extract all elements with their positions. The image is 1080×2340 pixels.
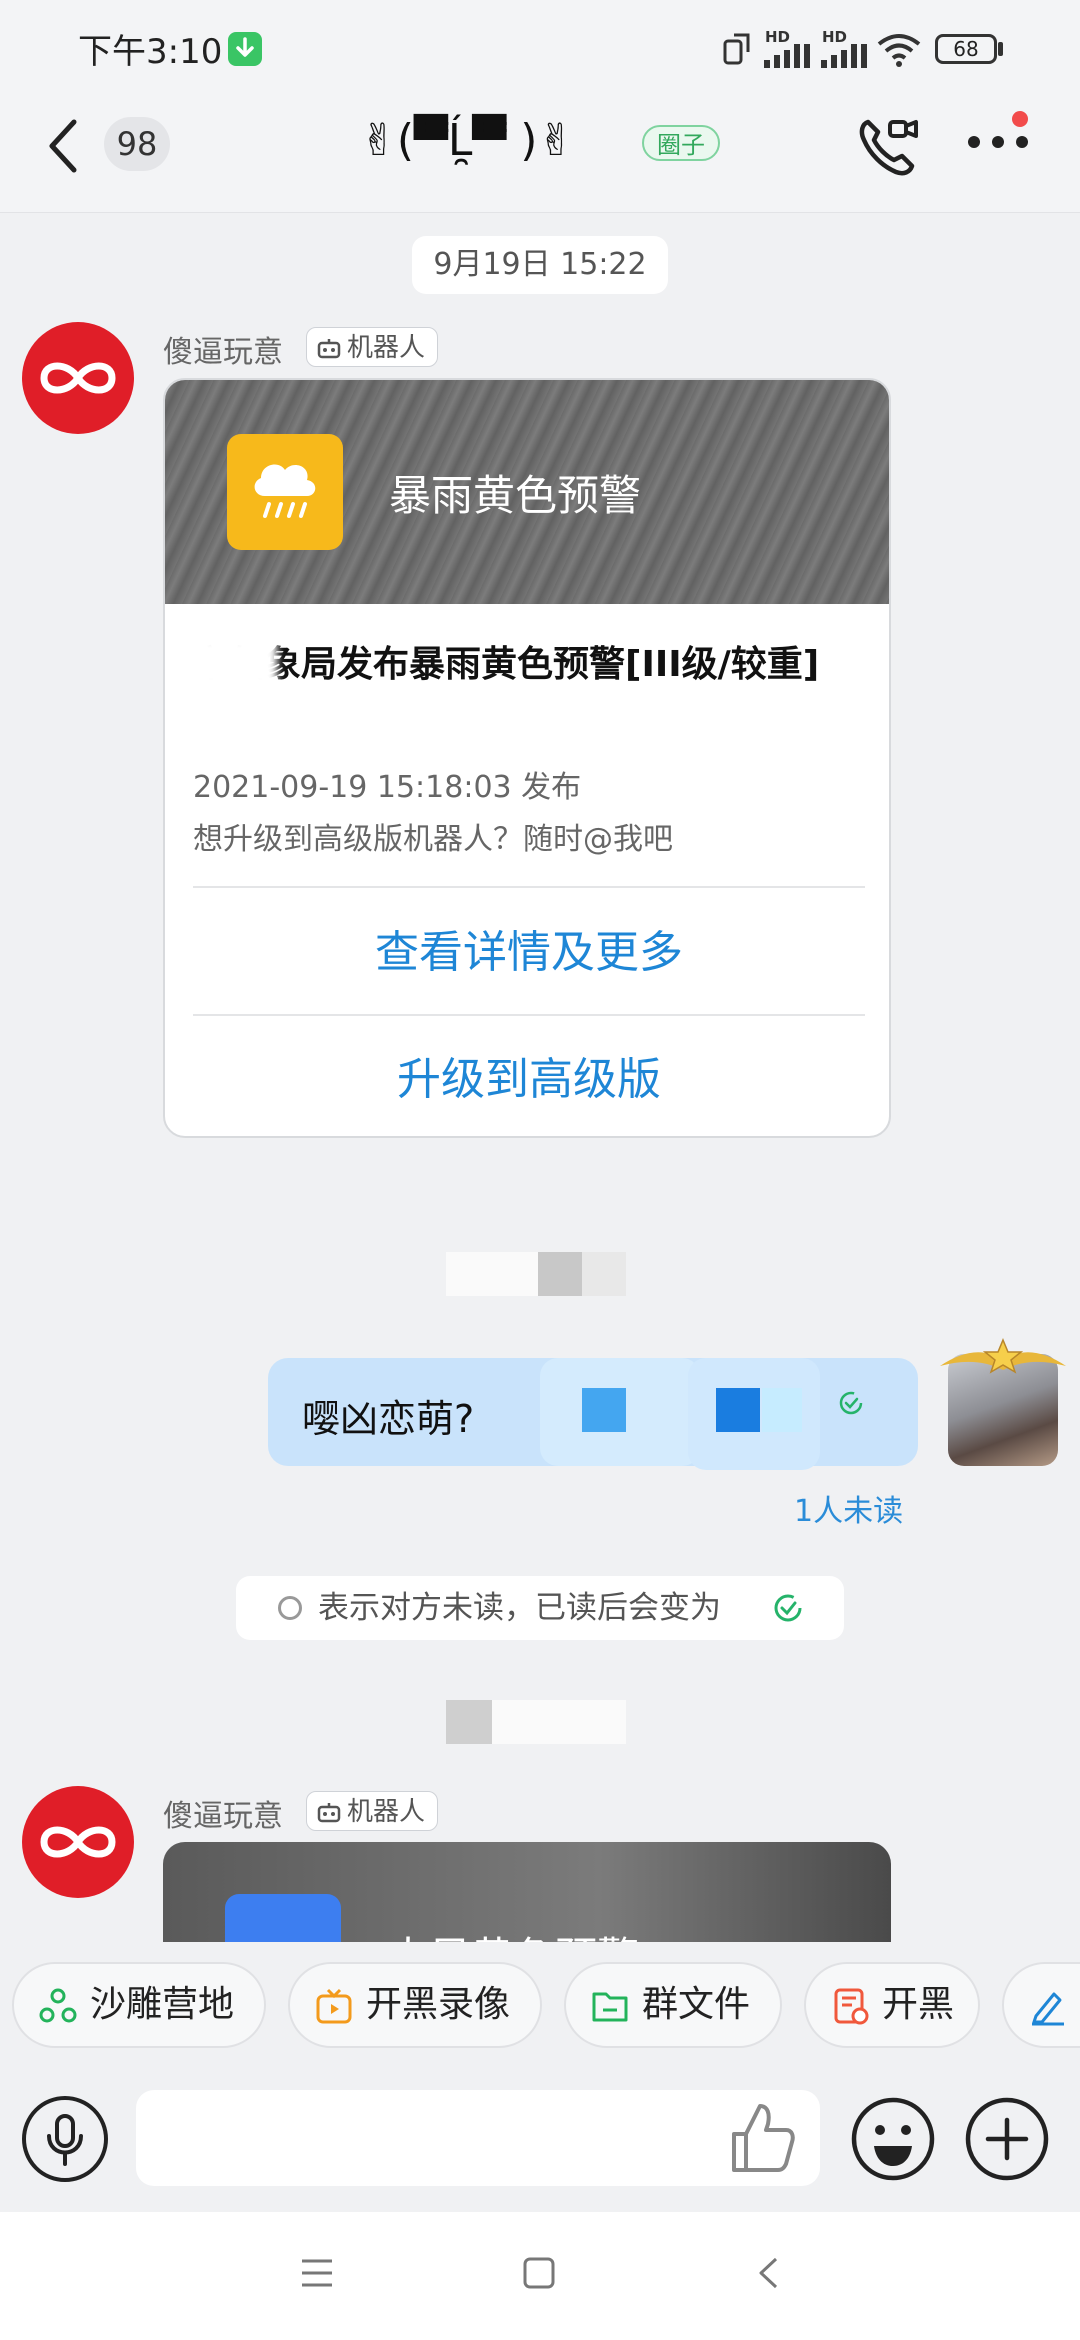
redacted-area [582, 1388, 626, 1432]
voice-input-button[interactable] [22, 2096, 108, 2182]
video-call-icon[interactable] [856, 114, 920, 178]
battery-icon: 68 [935, 34, 997, 64]
rain-cloud-icon [227, 434, 343, 550]
divider [193, 1014, 865, 1016]
timestamp: 9月19日 15:22 [412, 236, 668, 294]
card-hint: 想升级到高级版机器人？随时@我吧 [193, 822, 673, 857]
view-details-link[interactable]: 查看详情及更多 [165, 894, 889, 1012]
quick-action-files[interactable]: 群文件 [564, 1962, 782, 2048]
sender-name: 傻逼玩意 [163, 1799, 283, 1834]
read-check-icon [774, 1594, 802, 1622]
bot-avatar[interactable] [22, 1786, 134, 1898]
more-options-icon[interactable] [966, 132, 1030, 152]
card-banner-title: 大风黄色预警 [387, 1924, 639, 1942]
pencil-icon [1032, 1992, 1064, 2026]
robot-tag-label: 机器人 [347, 333, 426, 363]
message-input[interactable] [136, 2090, 820, 2186]
card-banner-title: 暴雨黄色预警 [389, 471, 642, 520]
card-publish-time: 2021-09-19 15:18:03 发布 [193, 770, 582, 805]
thumbs-up-icon[interactable] [728, 2100, 796, 2176]
robot-icon [317, 1803, 341, 1823]
redacted-area [762, 1388, 802, 1432]
unread-circle-icon [278, 1596, 302, 1620]
sender-name: 傻逼玩意 [163, 335, 283, 370]
back-arrow-icon[interactable] [44, 118, 84, 174]
my-message-text: 嘤凶恋萌? [302, 1397, 475, 1441]
card-headline: 市气象局发布暴雨黄色预警[III级/较重] [193, 644, 820, 685]
redacted-area [492, 1700, 626, 1744]
divider [193, 886, 865, 888]
video-record-icon [316, 1988, 352, 2024]
wifi-icon [877, 34, 921, 67]
signal-icon [764, 44, 810, 68]
back-icon[interactable] [756, 2256, 780, 2290]
weather-alert-card[interactable]: 暴雨黄色预警 市气象局发布暴雨黄色预警[III级/较重] 2021-09-19 … [163, 378, 891, 1138]
signal-icon [821, 44, 867, 68]
quick-action-edit[interactable] [1002, 1962, 1080, 2048]
microphone-icon [47, 2114, 83, 2166]
wind-icon [225, 1894, 341, 1942]
download-icon [228, 32, 262, 66]
plus-icon[interactable] [964, 2096, 1050, 2182]
infinity-logo-icon [40, 1826, 116, 1858]
home-icon[interactable] [522, 2256, 556, 2290]
game-icon [834, 1988, 869, 2025]
crown-icon [940, 1338, 1066, 1374]
upgrade-link[interactable]: 升级到高级版 [165, 1022, 889, 1136]
redacted-area [582, 1252, 626, 1296]
redacted-area [538, 1252, 582, 1296]
quick-action-label: 开黑录像 [366, 1984, 511, 2025]
chat-title[interactable]: ✌(▀̿Ĺ̯▀̿ )✌ [360, 115, 574, 166]
battery-tip [998, 42, 1003, 56]
notification-dot [1012, 111, 1028, 127]
robot-tag: 机器人 [306, 327, 438, 367]
robot-tag: 机器人 [306, 1791, 438, 1831]
robot-tag-label: 机器人 [347, 1797, 426, 1827]
read-check-icon [839, 1391, 863, 1415]
weather-alert-card[interactable]: 大风黄色预警 [163, 1842, 891, 1942]
battery-level: 68 [953, 37, 979, 61]
quick-action-label: 群文件 [642, 1984, 751, 2025]
quick-action-label: 沙雕营地 [90, 1984, 235, 2025]
redacted-area [185, 638, 277, 688]
redacted-area [716, 1388, 760, 1432]
circle-tag[interactable]: 圈子 [642, 125, 720, 161]
menu-icon[interactable] [300, 2258, 334, 2288]
unread-count-badge[interactable]: 98 [104, 117, 170, 171]
quick-action-camp[interactable]: 沙雕营地 [12, 1962, 266, 2048]
emoji-icon[interactable] [850, 2096, 936, 2182]
tip-text: 表示对方未读，已读后会变为 [318, 1590, 721, 1626]
infinity-logo-icon [40, 362, 116, 394]
redacted-area [446, 1700, 492, 1744]
quick-action-video[interactable]: 开黑录像 [288, 1962, 542, 2048]
bot-avatar[interactable] [22, 322, 134, 434]
redacted-area [446, 1252, 538, 1296]
quick-action-label: 开黑 [882, 1984, 955, 2025]
status-time: 下午3:10 [78, 32, 223, 72]
quick-action-game[interactable]: 开黑 [804, 1962, 980, 2048]
robot-icon [317, 339, 341, 359]
unread-status[interactable]: 1人未读 [794, 1486, 903, 1530]
folder-icon [592, 1992, 628, 2022]
rotate-lock-icon [723, 33, 750, 65]
camp-icon [39, 1988, 77, 2023]
